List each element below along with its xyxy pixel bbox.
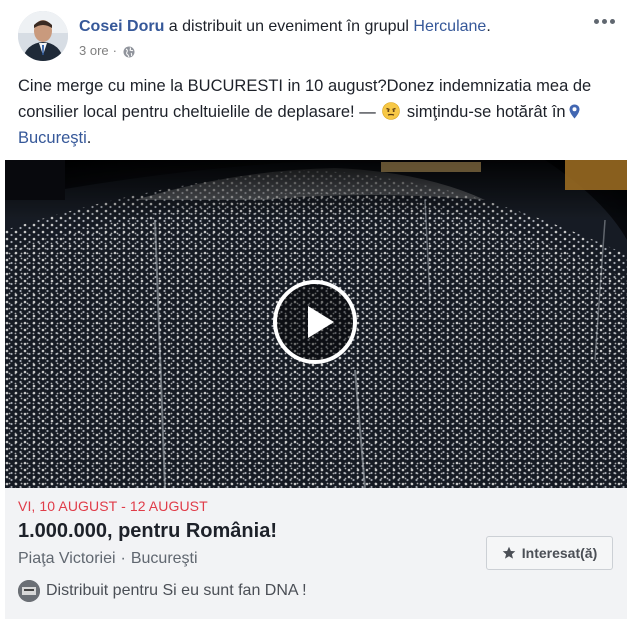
play-button[interactable] [273, 280, 357, 364]
location-end: . [86, 129, 92, 147]
feed-post: Cosei Doru a distribuit un eveniment în … [0, 0, 627, 619]
header-period: . [486, 18, 491, 35]
interested-label: Interesat(ă) [521, 545, 598, 561]
location-separator: · [120, 550, 126, 567]
post-header: Cosei Doru a distribuit un eveniment în … [18, 11, 618, 63]
event-date: VI, 10 AUGUST - 12 AUGUST [18, 498, 208, 514]
shared-for-line: Distribuit pentru Si eu sunt fan DNA ! [18, 580, 307, 602]
post-body: Cine merge cu mine la BUCURESTI in 10 au… [18, 73, 614, 151]
group-link[interactable]: Herculane [413, 18, 486, 35]
author-name[interactable]: Cosei Doru [79, 18, 164, 35]
meta-separator: · [112, 43, 117, 58]
author-avatar[interactable] [18, 11, 68, 61]
more-options-icon[interactable] [594, 19, 616, 27]
event-place: Piaţa Victoriei [18, 550, 116, 567]
determined-face-emoji [382, 102, 401, 120]
event-title[interactable]: 1.000.000, pentru România! [18, 520, 277, 543]
location-link[interactable]: Bucureşti [18, 129, 87, 147]
shared-group-avatar [18, 580, 40, 602]
event-city: Bucureşti [130, 550, 198, 567]
post-action-text: a distribuit un eveniment în grupul [168, 18, 409, 35]
shared-for-text[interactable]: Distribuit pentru Si eu sunt fan DNA ! [46, 582, 307, 600]
feeling-text: simţindu-se hotărât [406, 103, 548, 121]
video-thumbnail[interactable] [5, 160, 627, 488]
location-pin-icon [569, 101, 580, 119]
in-label: în [551, 103, 566, 121]
event-location: Piaţa Victoriei · Bucureşti [18, 550, 198, 568]
star-icon [502, 546, 516, 560]
play-icon [308, 306, 334, 338]
event-card[interactable]: VI, 10 AUGUST - 12 AUGUST 1.000.000, pen… [5, 488, 627, 619]
interested-button[interactable]: Interesat(ă) [486, 536, 613, 570]
post-header-text: Cosei Doru a distribuit un eveniment în … [79, 17, 491, 37]
globe-icon[interactable] [123, 45, 135, 58]
post-meta: 3 ore · [79, 42, 135, 60]
post-timestamp[interactable]: 3 ore [79, 42, 109, 60]
